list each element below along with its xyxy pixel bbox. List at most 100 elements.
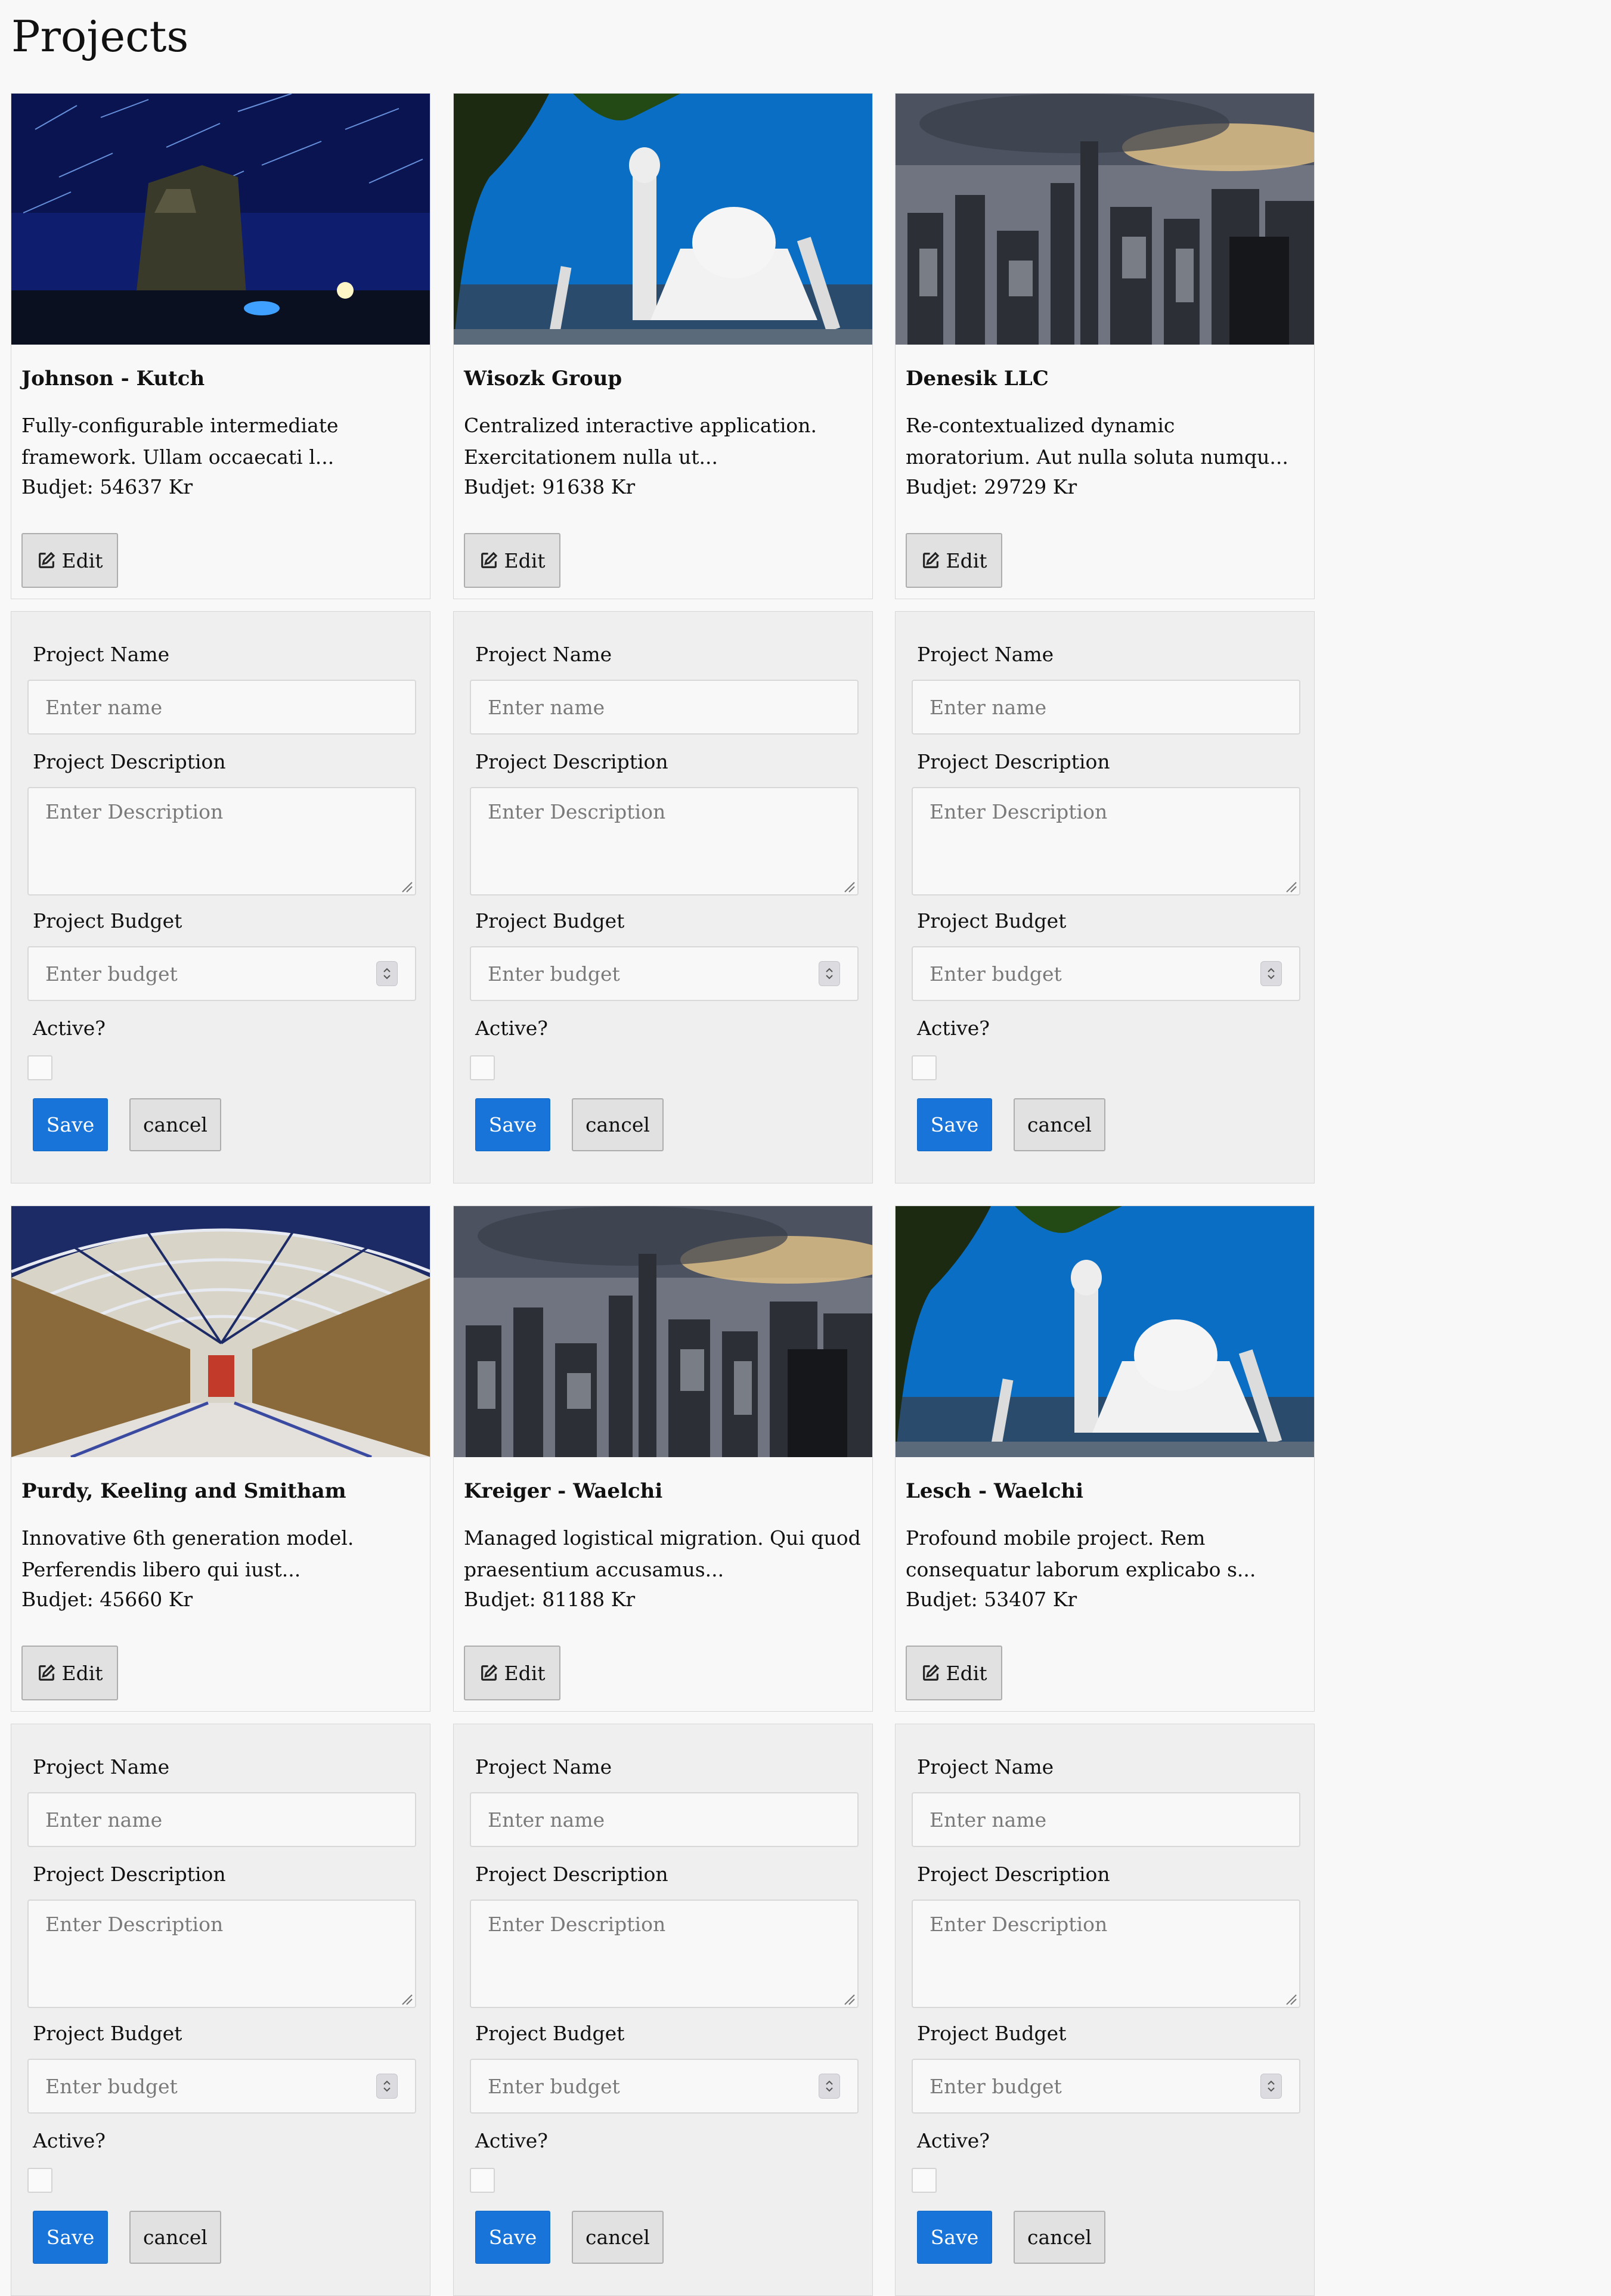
cancel-button[interactable]: cancel xyxy=(1014,2211,1105,2264)
edit-button[interactable]: Edit xyxy=(21,1646,118,1700)
save-button[interactable]: Save xyxy=(475,2211,550,2264)
project-budget: Budjet: 81188 Kr xyxy=(464,1588,636,1611)
edit-icon xyxy=(481,551,498,568)
project-name-label: Project Name xyxy=(475,1755,612,1778)
project-title: Johnson - Kutch xyxy=(21,367,205,391)
project-budget: Budjet: 53407 Kr xyxy=(906,1588,1077,1611)
project-budget-input[interactable] xyxy=(470,946,859,1001)
budget-stepper[interactable] xyxy=(376,961,398,986)
project-budget-input[interactable] xyxy=(912,2059,1300,2114)
project-budget-input[interactable] xyxy=(470,2059,859,2114)
edit-button[interactable]: Edit xyxy=(21,533,118,588)
cancel-button[interactable]: cancel xyxy=(129,1098,221,1151)
edit-button[interactable]: Edit xyxy=(464,1646,560,1700)
cancel-button[interactable]: cancel xyxy=(572,2211,664,2264)
project-budget-label: Project Budget xyxy=(917,909,1067,932)
budget-stepper[interactable] xyxy=(1260,961,1282,986)
edit-label: Edit xyxy=(504,549,546,572)
project-budget-label: Project Budget xyxy=(33,2022,182,2045)
project-budget: Budjet: 54637 Kr xyxy=(21,475,193,498)
resize-grip-icon[interactable] xyxy=(399,1991,413,2006)
budget-stepper[interactable] xyxy=(376,2074,398,2099)
project-budget: Budjet: 29729 Kr xyxy=(906,475,1077,498)
active-label: Active? xyxy=(917,2129,990,2152)
project-budget-label: Project Budget xyxy=(917,2022,1067,2045)
project-description-input[interactable] xyxy=(470,787,859,896)
project-description: Profound mobile project. Rem consequatur… xyxy=(906,1526,1256,1581)
active-checkbox[interactable] xyxy=(912,1055,937,1080)
project-description-input[interactable] xyxy=(912,1900,1300,2008)
project-budget-label: Project Budget xyxy=(475,2022,625,2045)
project-name-input[interactable] xyxy=(27,680,416,735)
project-name-input[interactable] xyxy=(912,1792,1300,1847)
project-description-input[interactable] xyxy=(27,787,416,896)
project-card: Denesik LLC Re-contextualized dynamic mo… xyxy=(895,93,1315,599)
project-name-input[interactable] xyxy=(470,1792,859,1847)
budget-stepper[interactable] xyxy=(819,2074,840,2099)
resize-grip-icon[interactable] xyxy=(399,879,413,893)
project-budget-input[interactable] xyxy=(912,946,1300,1001)
project-description-label: Project Description xyxy=(475,1863,668,1886)
save-button[interactable]: Save xyxy=(475,1098,550,1151)
edit-label: Edit xyxy=(504,1661,546,1685)
active-label: Active? xyxy=(917,1017,990,1040)
cancel-button[interactable]: cancel xyxy=(572,1098,664,1151)
save-button[interactable]: Save xyxy=(917,2211,992,2264)
resize-grip-icon[interactable] xyxy=(1283,1991,1297,2006)
active-checkbox[interactable] xyxy=(470,1055,495,1080)
project-budget-input[interactable] xyxy=(27,2059,416,2114)
project-description: Fully-configurable intermediate framewor… xyxy=(21,414,339,469)
active-label: Active? xyxy=(475,2129,548,2152)
edit-icon xyxy=(481,1664,498,1681)
project-name-label: Project Name xyxy=(475,643,612,666)
active-checkbox[interactable] xyxy=(470,2168,495,2193)
chevron-up-down-icon xyxy=(1268,968,1275,980)
project-title: Kreiger - Waelchi xyxy=(464,1479,663,1503)
active-checkbox[interactable] xyxy=(27,1055,52,1080)
project-title: Lesch - Waelchi xyxy=(906,1479,1084,1503)
project-name-input[interactable] xyxy=(912,680,1300,735)
save-button[interactable]: Save xyxy=(33,1098,108,1151)
project-budget: Budjet: 91638 Kr xyxy=(464,475,636,498)
active-checkbox[interactable] xyxy=(27,2168,52,2193)
chevron-up-down-icon xyxy=(383,2080,391,2092)
cancel-button[interactable]: cancel xyxy=(129,2211,221,2264)
project-name-input[interactable] xyxy=(27,1792,416,1847)
edit-button[interactable]: Edit xyxy=(464,533,560,588)
active-checkbox[interactable] xyxy=(912,2168,937,2193)
edit-label: Edit xyxy=(946,1661,987,1685)
project-description-input[interactable] xyxy=(27,1900,416,2008)
project-description-input[interactable] xyxy=(470,1900,859,2008)
project-budget-input[interactable] xyxy=(27,946,416,1001)
save-button[interactable]: Save xyxy=(917,1098,992,1151)
budget-stepper[interactable] xyxy=(1260,2074,1282,2099)
project-card: Kreiger - Waelchi Managed logistical mig… xyxy=(453,1206,873,1712)
project-description-label: Project Description xyxy=(917,1863,1110,1886)
project-name-label: Project Name xyxy=(917,1755,1054,1778)
project-card: Purdy, Keeling and Smitham Innovative 6t… xyxy=(11,1206,430,1712)
project-image xyxy=(454,1206,873,1457)
project-title: Denesik LLC xyxy=(906,367,1049,391)
project-name-label: Project Name xyxy=(33,643,170,666)
projects-page: Projects Johnson - Kutch Fully-configura… xyxy=(0,0,1611,2296)
project-image xyxy=(11,1206,430,1457)
active-label: Active? xyxy=(475,1017,548,1040)
edit-icon xyxy=(39,551,55,568)
resize-grip-icon[interactable] xyxy=(841,1991,856,2006)
edit-button[interactable]: Edit xyxy=(906,533,1002,588)
project-title: Purdy, Keeling and Smitham xyxy=(21,1479,346,1503)
edit-button[interactable]: Edit xyxy=(906,1646,1002,1700)
cancel-button[interactable]: cancel xyxy=(1014,1098,1105,1151)
budget-stepper[interactable] xyxy=(819,961,840,986)
project-edit-form: Project Name Project Description Project… xyxy=(895,1724,1315,2296)
project-description-label: Project Description xyxy=(917,750,1110,773)
project-description-label: Project Description xyxy=(475,750,668,773)
project-description: Centralized interactive application. Exe… xyxy=(464,414,817,469)
project-image xyxy=(454,94,873,345)
save-button[interactable]: Save xyxy=(33,2211,108,2264)
resize-grip-icon[interactable] xyxy=(841,879,856,893)
project-description: Innovative 6th generation model. Perfere… xyxy=(21,1526,354,1581)
project-name-input[interactable] xyxy=(470,680,859,735)
project-description-input[interactable] xyxy=(912,787,1300,896)
resize-grip-icon[interactable] xyxy=(1283,879,1297,893)
